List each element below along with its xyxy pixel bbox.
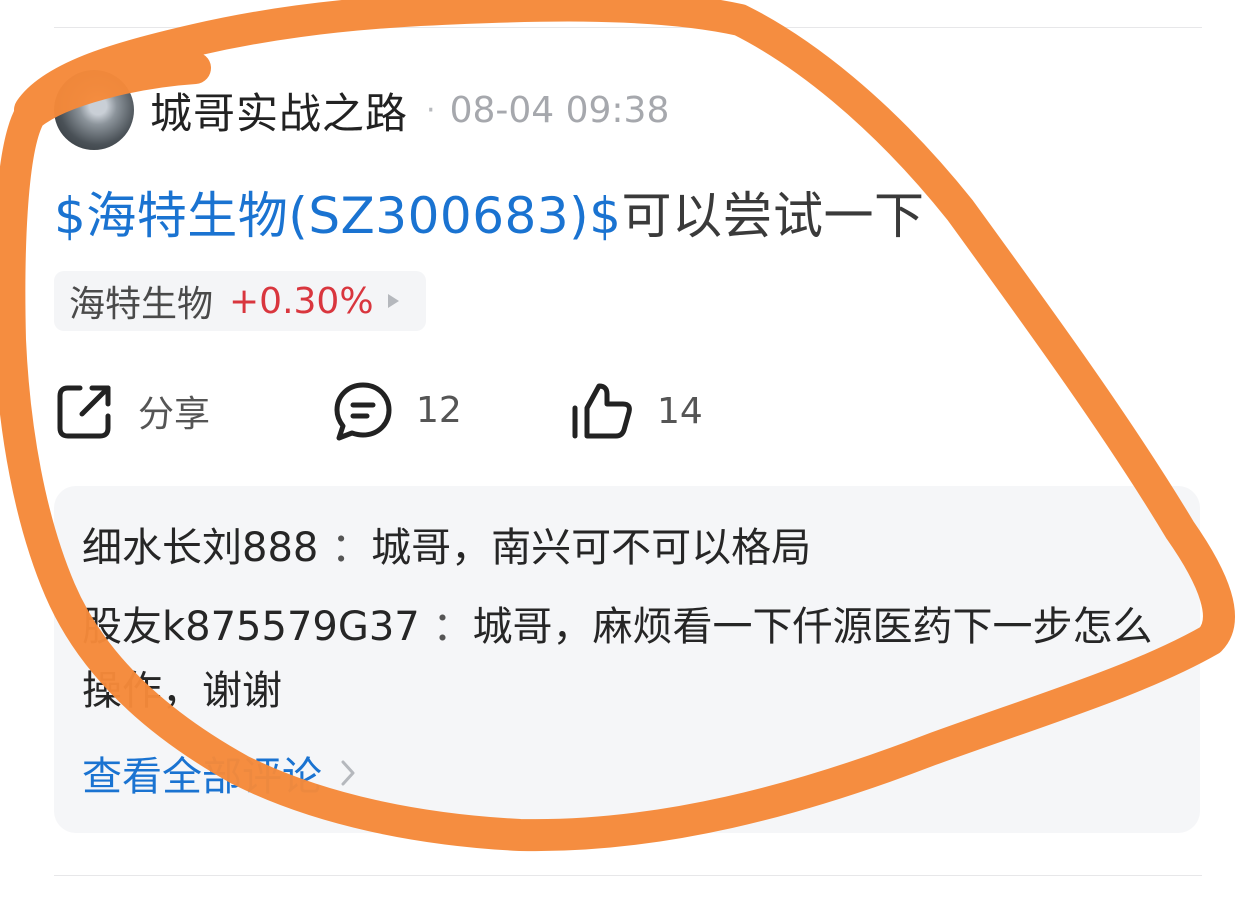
post-text: 可以尝试一下 [621,187,925,245]
share-icon [57,385,111,439]
thumbs-up-icon [572,383,632,439]
share-button[interactable]: 分享 [54,376,210,446]
post-header: 城哥实战之路 · 08-04 09:38 [54,70,669,150]
comment-icon [334,382,392,441]
comment-text: 城哥，南兴可不可以格局 [371,525,812,571]
view-all-comments-link[interactable]: 查看全部评论 [82,744,356,802]
bottom-divider [54,875,1202,876]
author-name[interactable]: 城哥实战之路 [150,80,408,141]
comment-user[interactable]: 股友k875579G37 [82,604,420,650]
post-actions: 分享 12 14 [54,376,754,446]
like-button[interactable]: 14 [569,376,703,446]
comment-item[interactable]: 细水长刘888 ：城哥，南兴可不可以格局 [82,516,1164,580]
comment-separator: ： [419,604,473,650]
play-arrow-icon [387,294,399,308]
like-count: 14 [657,390,703,432]
post-body: $海特生物(SZ300683)$可以尝试一下 [54,176,925,248]
view-all-comments-label: 查看全部评论 [82,754,322,800]
meta-separator: · [426,92,436,128]
comment-separator: ： [318,525,372,571]
chevron-right-icon [341,760,355,786]
stock-chip-name: 海特生物 [69,284,214,325]
post-timestamp: 08-04 09:38 [449,89,670,131]
stock-mention-link[interactable]: $海特生物(SZ300683)$ [54,187,622,245]
share-label: 分享 [138,394,211,435]
comment-item[interactable]: 股友k875579G37 ：城哥，麻烦看一下仟源医药下一步怎么操作，谢谢 [82,595,1164,723]
comment-count: 12 [416,390,462,431]
comment-user[interactable]: 细水长刘888 [82,525,318,571]
stock-quote-chip[interactable]: 海特生物 +0.30% [54,271,426,331]
stock-chip-change: +0.30% [229,280,374,322]
comments-preview: 细水长刘888 ：城哥，南兴可不可以格局 股友k875579G37 ：城哥，麻烦… [54,486,1200,833]
top-divider [54,27,1202,28]
avatar[interactable] [54,70,134,150]
